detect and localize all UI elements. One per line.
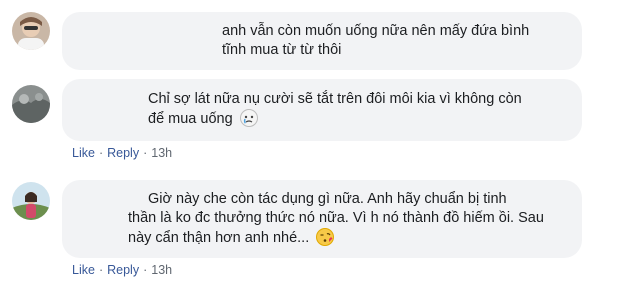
comment-text-line: tĩnh mua từ từ thôi <box>222 42 342 58</box>
comment-text-line: để mua uống <box>148 111 233 127</box>
like-button[interactable]: Like <box>72 146 95 160</box>
comment-actions: Like · Reply · 13h <box>72 263 172 277</box>
comment-bubble: Giờ này che còn tác dụng gì nữa. Anh hãy… <box>62 180 582 258</box>
comment-text-line: anh vẫn còn muốn uống nữa nên mấy đứa bì… <box>222 23 530 39</box>
reply-button[interactable]: Reply <box>107 146 139 160</box>
comment-text-line: Giờ này che còn tác dụng gì nữa. Anh hãy… <box>148 191 507 207</box>
avatar[interactable] <box>12 12 50 50</box>
crying-face-icon <box>239 109 258 133</box>
avatar[interactable] <box>12 85 50 123</box>
comment-bubble: anh vẫn còn muốn uống nữa nên mấy đứa bì… <box>62 12 582 70</box>
kissing-face-icon <box>316 228 335 252</box>
separator-dot: · <box>143 146 148 160</box>
timestamp[interactable]: 13h <box>151 146 172 160</box>
comment-text-line-wrap: để mua uống <box>148 109 570 133</box>
comment-text-line: thần là ko đc thưởng thức nó nữa. Vì h n… <box>128 210 544 226</box>
separator-dot: · <box>143 263 148 277</box>
separator-dot: · <box>98 146 104 160</box>
avatar[interactable] <box>12 182 50 220</box>
comment-bubble: Chỉ sợ lát nữa nụ cười sẽ tắt trên đôi m… <box>62 79 582 141</box>
reply-button[interactable]: Reply <box>107 263 139 277</box>
separator-dot: · <box>98 263 104 277</box>
comment-text-line: này cẩn thận hơn anh nhé... <box>128 230 310 246</box>
comment-text-line: Chỉ sợ lát nữa nụ cười sẽ tắt trên đôi m… <box>148 91 522 107</box>
timestamp[interactable]: 13h <box>151 263 172 277</box>
like-button[interactable]: Like <box>72 263 95 277</box>
comment-actions: Like · Reply · 13h <box>72 146 172 160</box>
comment-text-line-wrap: này cẩn thận hơn anh nhé... <box>128 228 570 252</box>
